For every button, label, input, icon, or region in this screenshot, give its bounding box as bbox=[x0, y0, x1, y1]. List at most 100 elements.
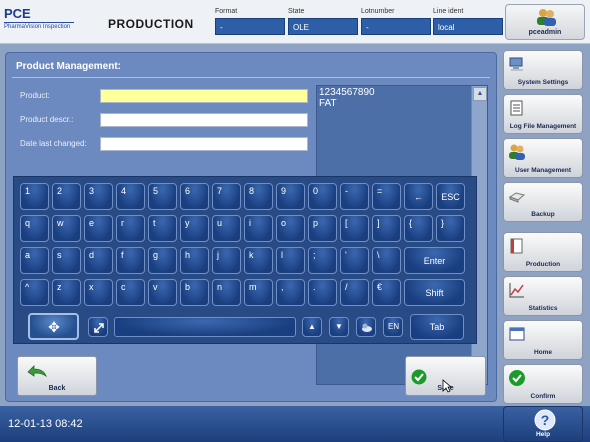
key-x[interactable]: x bbox=[84, 279, 113, 306]
key-language[interactable]: EN bbox=[383, 317, 403, 337]
key-z[interactable]: z bbox=[52, 279, 81, 306]
key-n[interactable]: n bbox=[212, 279, 241, 306]
product-descr-input[interactable] bbox=[100, 113, 308, 127]
key-7[interactable]: 7 bbox=[212, 183, 241, 210]
key-enter[interactable]: Enter bbox=[404, 247, 465, 274]
lotnumber-value: - bbox=[361, 18, 431, 35]
key-j[interactable]: j bbox=[212, 247, 241, 274]
key-right-bracket[interactable]: ] bbox=[372, 215, 401, 242]
check-icon bbox=[509, 370, 525, 386]
key-apostrophe[interactable]: ' bbox=[340, 247, 369, 274]
logo-main: PCE bbox=[4, 6, 31, 21]
state-field: State OLE bbox=[288, 8, 358, 35]
key-s[interactable]: s bbox=[52, 247, 81, 274]
key-left-bracket[interactable]: [ bbox=[340, 215, 369, 242]
sidebar-item-label: Production bbox=[525, 261, 561, 268]
key-o[interactable]: o bbox=[276, 215, 305, 242]
key-l[interactable]: l bbox=[276, 247, 305, 274]
window-icon bbox=[509, 327, 525, 341]
key-g[interactable]: g bbox=[148, 247, 177, 274]
list-item[interactable]: 1234567890 bbox=[319, 87, 375, 98]
sidebar-item-confirm[interactable]: Confirm bbox=[503, 364, 583, 404]
key-y[interactable]: y bbox=[180, 215, 209, 242]
sidebar-item-system-settings[interactable]: System Settings bbox=[503, 50, 583, 90]
key-f[interactable]: f bbox=[116, 247, 145, 274]
scroll-up-button[interactable]: ▲ bbox=[473, 87, 487, 101]
line-ident-value: local bbox=[433, 18, 503, 35]
key-period[interactable]: . bbox=[308, 279, 337, 306]
sidebar-item-user-management[interactable]: User Management bbox=[503, 138, 583, 178]
key-caret[interactable]: ^ bbox=[20, 279, 49, 306]
key-q[interactable]: q bbox=[20, 215, 49, 242]
save-button[interactable]: Save bbox=[405, 356, 486, 396]
key-comma[interactable]: , bbox=[276, 279, 305, 306]
key-c[interactable]: c bbox=[116, 279, 145, 306]
key-shift[interactable]: Shift bbox=[404, 279, 465, 306]
chart-icon bbox=[509, 283, 524, 298]
key-v[interactable]: v bbox=[148, 279, 177, 306]
format-label: Format bbox=[215, 8, 238, 15]
key-5[interactable]: 5 bbox=[148, 183, 177, 210]
key-p[interactable]: p bbox=[308, 215, 337, 242]
keyboard-move-handle[interactable]: ✥ bbox=[28, 313, 79, 340]
key-t[interactable]: t bbox=[148, 215, 177, 242]
drive-icon bbox=[508, 192, 526, 203]
key-8[interactable]: 8 bbox=[244, 183, 273, 210]
computer-icon bbox=[509, 57, 523, 71]
sidebar-item-home[interactable]: Home bbox=[503, 320, 583, 360]
sidebar-item-help[interactable]: ? Help bbox=[503, 406, 583, 442]
key-arrow-down[interactable]: ▼ bbox=[329, 317, 349, 337]
back-label: Back bbox=[48, 385, 66, 392]
product-descr-label: Product descr.: bbox=[20, 115, 74, 124]
key-1[interactable]: 1 bbox=[20, 183, 49, 210]
sidebar-item-statistics[interactable]: Statistics bbox=[503, 276, 583, 316]
key-equals[interactable]: = bbox=[372, 183, 401, 210]
key-i[interactable]: i bbox=[244, 215, 273, 242]
key-e[interactable]: e bbox=[84, 215, 113, 242]
key-clear[interactable] bbox=[356, 317, 376, 337]
key-h[interactable]: h bbox=[180, 247, 209, 274]
date-last-changed-input[interactable] bbox=[100, 137, 308, 151]
sidebar-item-log-file-management[interactable]: Log File Management bbox=[503, 94, 583, 134]
key-6[interactable]: 6 bbox=[180, 183, 209, 210]
key-slash[interactable]: / bbox=[340, 279, 369, 306]
key-euro[interactable]: € bbox=[372, 279, 401, 306]
date-last-changed-label: Date last changed: bbox=[20, 139, 87, 148]
key-b[interactable]: b bbox=[180, 279, 209, 306]
key-resize[interactable] bbox=[88, 317, 108, 337]
help-icon: ? bbox=[534, 409, 556, 431]
key-tab[interactable]: Tab bbox=[410, 314, 464, 340]
sidebar-item-production[interactable]: Production bbox=[503, 232, 583, 272]
key-backslash[interactable]: \ bbox=[372, 247, 401, 274]
svg-text:?: ? bbox=[541, 412, 550, 428]
key-0[interactable]: 0 bbox=[308, 183, 337, 210]
key-3[interactable]: 3 bbox=[84, 183, 113, 210]
key-backspace[interactable]: ← bbox=[404, 183, 433, 210]
key-m[interactable]: m bbox=[244, 279, 273, 306]
key-w[interactable]: w bbox=[52, 215, 81, 242]
product-input[interactable] bbox=[100, 89, 308, 103]
key-arrow-up[interactable]: ▲ bbox=[302, 317, 322, 337]
user-button[interactable]: pceadmin bbox=[505, 4, 585, 40]
on-screen-keyboard: 1 2 3 4 5 6 7 8 9 0 - = ← ESC q w e r t … bbox=[13, 176, 477, 344]
key-u[interactable]: u bbox=[212, 215, 241, 242]
key-right-brace[interactable]: } bbox=[436, 215, 465, 242]
key-a[interactable]: a bbox=[20, 247, 49, 274]
key-k[interactable]: k bbox=[244, 247, 273, 274]
key-4[interactable]: 4 bbox=[116, 183, 145, 210]
key-r[interactable]: r bbox=[116, 215, 145, 242]
key-esc[interactable]: ESC bbox=[436, 183, 465, 210]
key-minus[interactable]: - bbox=[340, 183, 369, 210]
list-item[interactable]: FAT bbox=[319, 98, 375, 109]
key-semicolon[interactable]: ; bbox=[308, 247, 337, 274]
back-button[interactable]: Back bbox=[17, 356, 97, 396]
sidebar-item-label: Confirm bbox=[530, 393, 556, 400]
key-space[interactable] bbox=[114, 317, 296, 337]
key-2[interactable]: 2 bbox=[52, 183, 81, 210]
sidebar-item-backup[interactable]: Backup bbox=[503, 182, 583, 222]
key-9[interactable]: 9 bbox=[276, 183, 305, 210]
key-left-brace[interactable]: { bbox=[404, 215, 433, 242]
state-label: State bbox=[288, 8, 305, 15]
users-icon bbox=[509, 144, 525, 160]
key-d[interactable]: d bbox=[84, 247, 113, 274]
